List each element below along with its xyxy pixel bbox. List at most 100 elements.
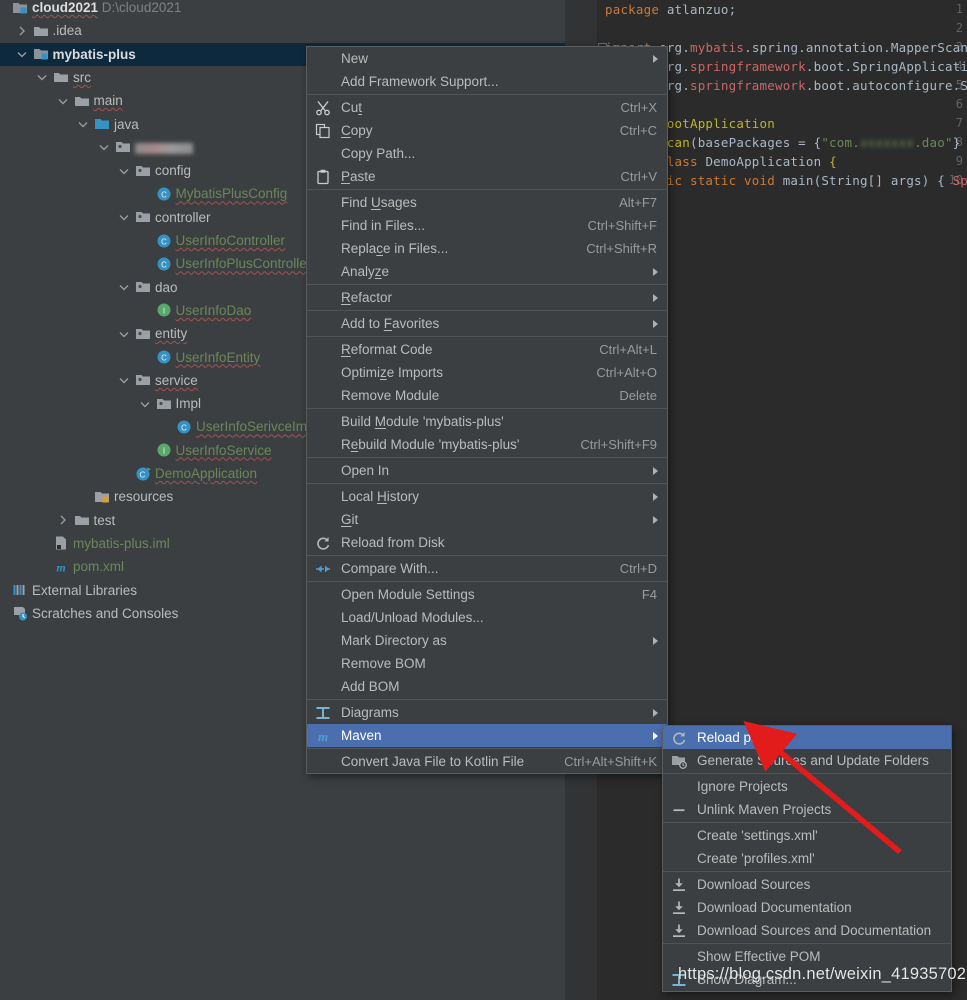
maven-item-create-settings-xml[interactable]: Create 'settings.xml' (663, 824, 951, 847)
menu-item-add-bom[interactable]: Add BOM (307, 675, 667, 698)
maven-submenu[interactable]: Reload projectGenerate Sources and Updat… (662, 725, 952, 992)
menu-item-shortcut: Ctrl+Shift+R (586, 241, 657, 256)
editor-line-number: 9 (935, 154, 963, 168)
submenu-arrow-icon (653, 709, 658, 717)
tree-item-label: UserInfoEntity (176, 350, 261, 365)
editor-line-number: 2 (935, 21, 963, 35)
menu-item-label: Copy (341, 123, 606, 138)
menu-item-open-module-settings[interactable]: Open Module SettingsF4 (307, 583, 667, 606)
chevron-right-icon[interactable] (15, 24, 29, 38)
menu-item-convert-java-file-to-kotlin-file[interactable]: Convert Java File to Kotlin FileCtrl+Alt… (307, 750, 667, 773)
menu-item-shortcut: Ctrl+Alt+L (599, 342, 657, 357)
menu-item-reformat-code[interactable]: Reformat CodeCtrl+Alt+L (307, 338, 667, 361)
menu-item-mark-directory-as[interactable]: Mark Directory as (307, 629, 667, 652)
module-icon (12, 0, 28, 16)
menu-item-copy-path[interactable]: Copy Path... (307, 142, 667, 165)
maven-item-download-sources-and-documentation[interactable]: Download Sources and Documentation (663, 919, 951, 942)
chevron-right-icon[interactable] (56, 513, 70, 527)
copy-icon (315, 123, 331, 139)
menu-item-copy[interactable]: CopyCtrl+C (307, 119, 667, 142)
reload-icon (671, 730, 687, 746)
menu-item-local-history[interactable]: Local History (307, 485, 667, 508)
chevron-down-icon[interactable] (97, 140, 111, 154)
context-menu[interactable]: NewAdd Framework Support...CutCtrl+XCopy… (306, 46, 668, 774)
chevron-down-icon[interactable] (56, 94, 70, 108)
menu-item-find-in-files[interactable]: Find in Files...Ctrl+Shift+F (307, 214, 667, 237)
menu-item-label: Add to Favorites (341, 316, 657, 331)
maven-item-generate-sources-and-update-folders[interactable]: Generate Sources and Update Folders (663, 749, 951, 772)
generate-sources-icon (671, 753, 687, 769)
menu-item-find-usages[interactable]: Find UsagesAlt+F7 (307, 191, 667, 214)
menu-item-paste[interactable]: PasteCtrl+V (307, 165, 667, 188)
editor-line-number: 1 (935, 2, 963, 16)
menu-item-build-module-mybatis-plus[interactable]: Build Module 'mybatis-plus' (307, 410, 667, 433)
chevron-down-icon[interactable] (76, 117, 90, 131)
menu-item-analyze[interactable]: Analyze (307, 260, 667, 283)
menu-separator (307, 189, 667, 190)
menu-item-label: New (341, 51, 657, 66)
class-icon: C (156, 256, 172, 272)
maven-item-reload-project[interactable]: Reload project (663, 726, 951, 749)
menu-item-shortcut: Ctrl+Alt+Shift+K (564, 754, 657, 769)
menu-item-label: Load/Unload Modules... (341, 610, 657, 625)
menu-item-compare-with[interactable]: Compare With...Ctrl+D (307, 557, 667, 580)
chevron-down-icon[interactable] (117, 210, 131, 224)
menu-separator (663, 773, 951, 774)
menu-item-new[interactable]: New (307, 47, 667, 70)
maven-item-unlink-maven-projects[interactable]: Unlink Maven Projects (663, 798, 951, 821)
chevron-down-icon[interactable] (117, 164, 131, 178)
tree-item-label: pom.xml (73, 559, 124, 574)
download-icon (671, 923, 687, 939)
menu-separator (307, 336, 667, 337)
tree-item-cloud2021[interactable]: cloud2021 D:\cloud2021 (0, 0, 565, 19)
menu-item-shortcut: Ctrl+Shift+F (588, 218, 657, 233)
chevron-down-icon[interactable] (117, 373, 131, 387)
svg-text:C: C (140, 470, 146, 479)
menu-item-cut[interactable]: CutCtrl+X (307, 96, 667, 119)
menu-item-label: Ignore Projects (697, 779, 941, 794)
menu-item-maven[interactable]: mMaven (307, 724, 667, 747)
package-icon (156, 396, 172, 412)
maven-item-download-documentation[interactable]: Download Documentation (663, 896, 951, 919)
download-icon (671, 877, 687, 893)
menu-item-shortcut: Ctrl+Alt+O (596, 365, 657, 380)
maven-item-download-sources[interactable]: Download Sources (663, 873, 951, 896)
folder-icon (74, 512, 90, 528)
menu-item-label: Remove BOM (341, 656, 657, 671)
menu-item-remove-module[interactable]: Remove ModuleDelete (307, 384, 667, 407)
maven-item-create-profiles-xml[interactable]: Create 'profiles.xml' (663, 847, 951, 870)
maven-item-ignore-projects[interactable]: Ignore Projects (663, 775, 951, 798)
menu-item-label: Open Module Settings (341, 587, 628, 602)
menu-item-diagrams[interactable]: Diagrams (307, 701, 667, 724)
chevron-down-icon[interactable] (35, 70, 49, 84)
menu-item-optimize-imports[interactable]: Optimize ImportsCtrl+Alt+O (307, 361, 667, 384)
menu-item-label: Unlink Maven Projects (697, 802, 941, 817)
menu-item-add-to-favorites[interactable]: Add to Favorites (307, 312, 667, 335)
chevron-down-icon[interactable] (15, 47, 29, 61)
package-icon (115, 139, 131, 155)
editor-code-line: package atlanzuo; (605, 2, 736, 17)
tree-item-label: UserInfoDao (176, 303, 252, 318)
tree-item-label: mybatis-plus.iml (73, 536, 170, 551)
resources-root-icon (94, 489, 110, 505)
menu-item-reload-from-disk[interactable]: Reload from Disk (307, 531, 667, 554)
menu-item-add-framework-support[interactable]: Add Framework Support... (307, 70, 667, 93)
tree-item-label: cloud2021 D:\cloud2021 (32, 0, 181, 15)
menu-item-git[interactable]: Git (307, 508, 667, 531)
tree-item-label: entity (155, 326, 187, 341)
menu-item-rebuild-module-mybatis-plus[interactable]: Rebuild Module 'mybatis-plus'Ctrl+Shift+… (307, 433, 667, 456)
menu-item-label: Create 'settings.xml' (697, 828, 941, 843)
chevron-down-icon[interactable] (117, 327, 131, 341)
chevron-down-icon[interactable] (138, 397, 152, 411)
menu-item-open-in[interactable]: Open In (307, 459, 667, 482)
menu-item-replace-in-files[interactable]: Replace in Files... Ctrl+Shift+R (307, 237, 667, 260)
menu-item-remove-bom[interactable]: Remove BOM (307, 652, 667, 675)
chevron-down-icon[interactable] (117, 280, 131, 294)
menu-item-load-unload-modules[interactable]: Load/Unload Modules... (307, 606, 667, 629)
tree-item--idea[interactable]: .idea (0, 19, 565, 42)
menu-item-label: Replace in Files... (341, 241, 572, 256)
menu-separator (307, 748, 667, 749)
submenu-arrow-icon (653, 493, 658, 501)
menu-item-refactor[interactable]: Refactor (307, 286, 667, 309)
editor-line-number: 7 (935, 116, 963, 130)
